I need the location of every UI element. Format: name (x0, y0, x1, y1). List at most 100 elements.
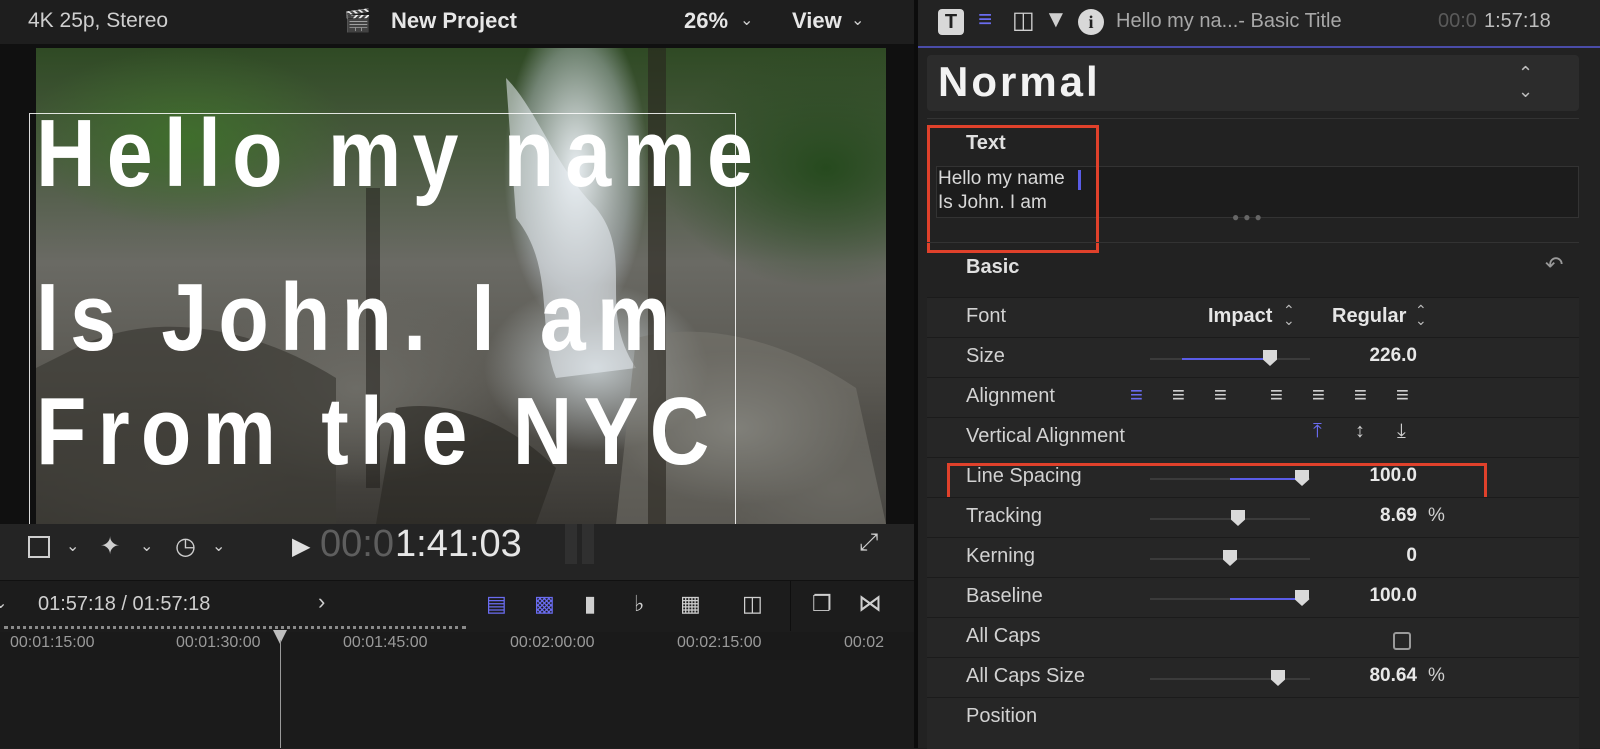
updown-chevron-icon[interactable]: ⌃ ⌄ (1283, 303, 1295, 327)
preset-label: Normal (938, 58, 1101, 105)
size-label: Size (966, 345, 1005, 367)
chevron-down-icon[interactable]: ⌄ (212, 536, 225, 556)
inspector-timecode: 1:57:18 (1484, 10, 1551, 32)
timeline-ruler[interactable]: 00:01:15:00 00:01:30:00 00:01:45:00 00:0… (0, 626, 914, 660)
speed-icon[interactable]: ◷ (175, 532, 196, 561)
reset-icon[interactable]: ↶ (1545, 252, 1563, 278)
section-divider (927, 242, 1579, 243)
info-icon[interactable]: i (1078, 9, 1104, 35)
audio-skimming-icon[interactable]: ▮ (584, 591, 596, 617)
transform-icon[interactable] (28, 536, 50, 558)
justify-left-icon[interactable]: ≡ (1270, 382, 1283, 408)
chevron-down-icon[interactable]: ⌄ (0, 593, 7, 613)
zoom-menu[interactable]: 26% (684, 8, 728, 34)
kerning-label: Kerning (966, 545, 1035, 567)
ruler-tick: 00:02:00:00 (510, 634, 595, 651)
filmstrip-icon[interactable]: ◫ (742, 591, 763, 617)
size-slider[interactable] (1150, 350, 1310, 366)
justify-full-icon[interactable]: ≡ (1396, 382, 1409, 408)
clip-name: Hello my na...- Basic Title (1116, 10, 1342, 32)
ruler-tick: 00:02 (844, 634, 885, 651)
highlight-box-text (927, 125, 1099, 253)
format-label: 4K 25p, Stereo (28, 9, 169, 32)
chevron-down-icon[interactable]: ⌄ (740, 10, 753, 30)
inspector-timecode-dim: 00:0 (1438, 10, 1477, 32)
align-middle-icon[interactable]: ↕ (1355, 420, 1365, 443)
timeline-position: 01:57:18 / 01:57:18 (38, 593, 211, 615)
range-indicator (4, 626, 466, 629)
audio-meter-left (565, 524, 577, 564)
headphones-icon[interactable]: ♭ (634, 591, 644, 617)
chevron-right-icon[interactable]: › (318, 589, 325, 615)
all-caps-size-value[interactable]: 80.64 (1297, 665, 1417, 687)
section-divider (927, 118, 1579, 119)
font-family-menu[interactable]: Impact (1208, 305, 1272, 328)
align-center-icon[interactable]: ≡ (1172, 382, 1185, 408)
chevron-down-icon[interactable]: ⌄ (851, 10, 864, 30)
ruler-tick: 00:01:45:00 (343, 634, 428, 651)
all-caps-size-slider[interactable] (1150, 670, 1310, 686)
viewer-toolbar: 4K 25p, Stereo 🎬 New Project 26% ⌄ View … (0, 0, 914, 44)
align-right-icon[interactable]: ≡ (1214, 382, 1227, 408)
all-caps-checkbox[interactable] (1393, 632, 1411, 650)
baseline-value[interactable]: 100.0 (1297, 585, 1417, 607)
kerning-slider[interactable] (1150, 550, 1310, 566)
playhead-line (280, 640, 281, 748)
justify-center-icon[interactable]: ≡ (1312, 382, 1325, 408)
all-caps-size-label: All Caps Size (966, 665, 1085, 687)
ruler-tick: 00:01:15:00 (10, 634, 95, 651)
title-line-1: Hello my name (36, 100, 765, 207)
video-inspector-icon[interactable]: ◫ (1012, 6, 1035, 35)
tracking-slider[interactable] (1150, 510, 1310, 526)
align-bottom-icon[interactable]: ⤓ (1397, 420, 1406, 443)
vertical-alignment-label: Vertical Alignment (966, 425, 1125, 447)
kerning-value[interactable]: 0 (1297, 545, 1417, 567)
baseline-slider[interactable] (1150, 590, 1310, 606)
inspector-toolbar: T ≡ ◫ ▼ i Hello my na...- Basic Title 00… (918, 0, 1600, 48)
alignment-label: Alignment (966, 385, 1055, 407)
baseline-label: Baseline (966, 585, 1043, 607)
basic-section-header[interactable]: Basic (966, 256, 1019, 279)
magic-wand-icon[interactable]: ✦ (100, 532, 120, 561)
snapping-icon[interactable]: ▩ (534, 591, 555, 617)
align-top-icon[interactable]: ⤒ (1313, 420, 1322, 443)
font-style-menu[interactable]: Regular (1332, 305, 1406, 328)
play-icon[interactable]: ▶ (292, 532, 310, 561)
timeline-tracks[interactable] (0, 660, 914, 748)
title-line-2: Is John. I am (36, 264, 682, 371)
updown-chevron-icon[interactable]: ⌃ ⌄ (1415, 303, 1427, 327)
ruler-tick: 00:01:30:00 (176, 634, 261, 651)
slider-fill (1182, 358, 1270, 360)
resize-handle-icon[interactable]: ●●● (1232, 210, 1266, 224)
size-value[interactable]: 226.0 (1297, 345, 1417, 367)
project-name: New Project (391, 8, 517, 33)
solo-icon[interactable]: ▦ (680, 591, 701, 617)
title-line-3: From the NYC (36, 378, 721, 485)
chevron-down-icon[interactable]: ⌄ (140, 536, 153, 556)
transport-bar: ⌄ ✦ ⌄ ◷ ⌄ ▶ 00:0 1:41:03 ⤢ (0, 523, 914, 580)
audio-meter-right (582, 524, 594, 564)
clip-browser-icon[interactable]: ❐ (812, 591, 832, 617)
clip-appearance-icon[interactable]: ▤ (486, 591, 507, 617)
font-label: Font (966, 305, 1007, 327)
timecode: 1:41:03 (395, 523, 522, 565)
tracking-value[interactable]: 8.69 (1297, 505, 1417, 527)
tracking-label: Tracking (966, 505, 1042, 527)
updown-chevron-icon[interactable]: ⌃ ⌄ (1518, 64, 1533, 100)
toolbar-divider (790, 581, 791, 631)
view-menu[interactable]: View (792, 8, 842, 34)
justify-right-icon[interactable]: ≡ (1354, 382, 1367, 408)
clapper-icon: 🎬 (344, 8, 372, 33)
fullscreen-icon[interactable]: ⤢ (859, 529, 878, 557)
all-caps-size-unit: % (1428, 665, 1445, 686)
chevron-down-icon[interactable]: ⌄ (66, 536, 79, 556)
timecode-dim: 00:0 (320, 523, 394, 565)
color-inspector-icon[interactable]: ▼ (1044, 6, 1068, 34)
ruler-tick: 00:02:15:00 (677, 634, 762, 651)
align-left-icon[interactable]: ≡ (1130, 382, 1143, 408)
tracking-unit: % (1428, 505, 1445, 526)
slider-fill (1230, 598, 1302, 600)
text-inspector-icon[interactable]: T (938, 9, 964, 35)
title-inspector-icon[interactable]: ≡ (978, 6, 992, 34)
transitions-icon[interactable]: ⋈ (858, 589, 882, 618)
